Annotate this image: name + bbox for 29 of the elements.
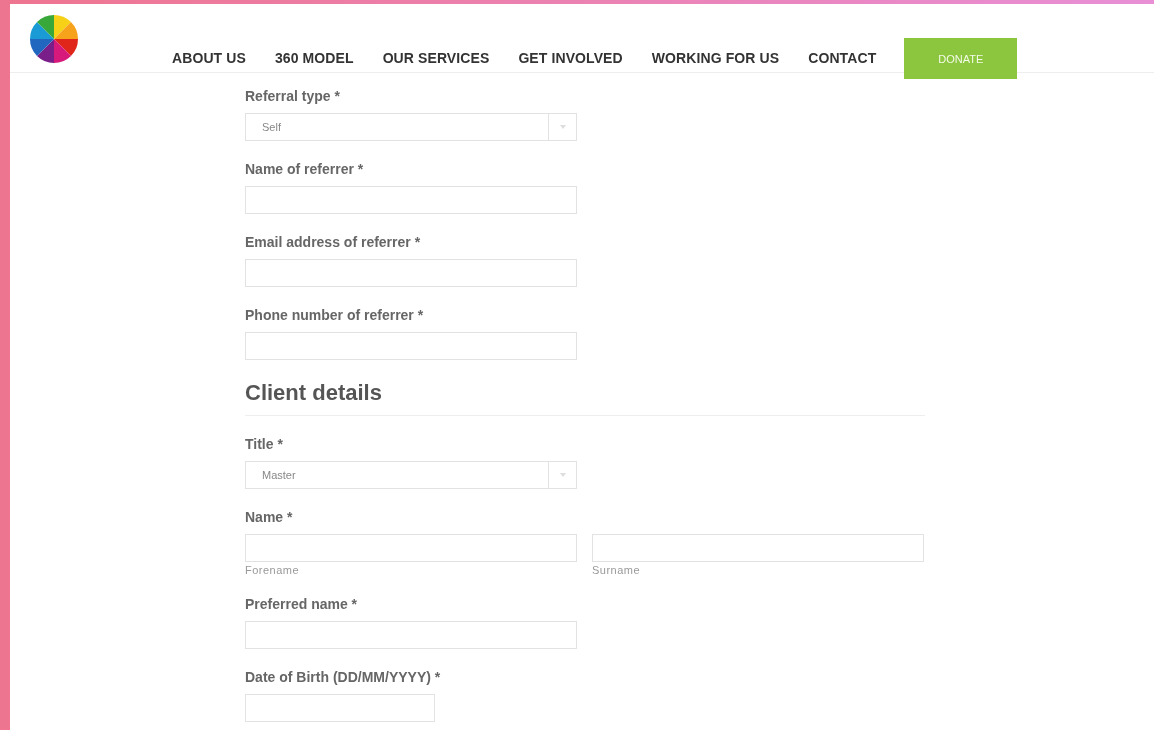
field-hint: Forename — [245, 564, 301, 576]
field-label: Referral type * — [245, 88, 341, 104]
select-field[interactable]: Self — [245, 113, 577, 141]
field-label: Phone number of referrer * — [245, 307, 425, 323]
section-heading: Client details — [245, 380, 925, 416]
field-hint: Surname — [592, 564, 642, 576]
nav-link[interactable]: GET INVOLVED — [518, 50, 623, 66]
nav-link[interactable]: 360 MODEL — [274, 50, 354, 66]
field-label: Name of referrer * — [245, 161, 365, 177]
field-label: Date of Birth (DD/MM/YYYY) * — [245, 669, 442, 685]
input-field[interactable] — [245, 534, 577, 562]
caret-icon — [559, 473, 566, 477]
field-label: Name * — [245, 509, 294, 525]
input-field[interactable] — [245, 259, 577, 287]
nav-link[interactable]: ABOUT US — [172, 50, 246, 66]
input-field[interactable] — [245, 332, 577, 360]
nav-link[interactable]: WORKING FOR US — [651, 50, 780, 66]
select-field[interactable]: Master — [245, 461, 577, 489]
nav-link[interactable]: CONTACT — [808, 50, 877, 66]
caret-icon — [559, 125, 566, 129]
input-field[interactable] — [592, 534, 924, 562]
field-label: Preferred name * — [245, 596, 359, 612]
logo-icon[interactable] — [29, 14, 79, 64]
field-label: Title * — [245, 436, 284, 452]
input-field[interactable] — [245, 694, 435, 722]
nav-link[interactable]: OUR SERVICES — [382, 50, 490, 66]
input-field[interactable] — [245, 186, 577, 214]
input-field[interactable] — [245, 621, 577, 649]
field-label: Email address of referrer * — [245, 234, 422, 250]
